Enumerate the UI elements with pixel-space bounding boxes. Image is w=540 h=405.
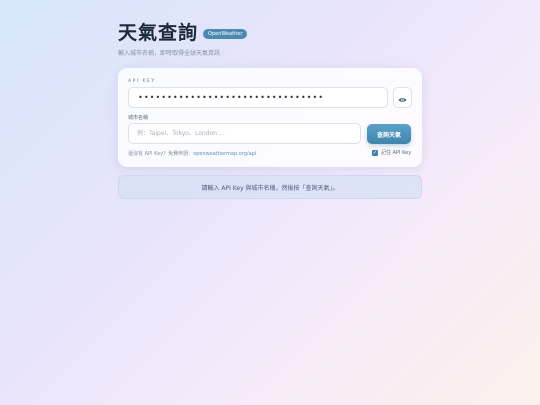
query-card: API KEY ••••••••••••••••••••••••••••••••… — [118, 68, 422, 167]
remember-checkbox[interactable]: ✓ — [372, 149, 378, 156]
provider-badge: OpenWeather — [203, 28, 248, 39]
status-notice: 請輸入 API Key 與城市名稱，然後按「查詢天氣」。 — [118, 175, 422, 199]
page-subtitle: 輸入城市名稱，即時取得全球天氣資訊 — [118, 50, 221, 57]
header: 天氣查詢 OpenWeather 輸入城市名稱，即時取得全球天氣資訊 — [118, 18, 422, 57]
city-label: 城市名稱 — [128, 115, 149, 121]
api-key-input[interactable]: •••••••••••••••••••••••••••••••• — [128, 87, 388, 108]
api-key-label: API KEY — [128, 79, 156, 84]
hint-text: 還沒有 API Key？免費申請： — [128, 151, 194, 157]
api-key-hint: 還沒有 API Key？免費申請：openweathermap.org/api — [128, 150, 256, 157]
city-input[interactable]: 例：Taipei、Tokyo、London … — [128, 123, 361, 144]
query-weather-button[interactable]: 查詢天氣 — [367, 124, 411, 144]
page-title: 天氣查詢 — [118, 22, 199, 44]
eye-icon — [398, 88, 407, 107]
title-row: 天氣查詢 OpenWeather — [118, 18, 422, 45]
signup-link[interactable]: openweathermap.org/api — [193, 151, 256, 157]
remember-label: 記住 API Key — [381, 150, 412, 156]
remember-api-key[interactable]: ✓ 記住 API Key — [372, 149, 411, 156]
toggle-visibility-button[interactable] — [393, 87, 412, 108]
check-icon: ✓ — [372, 149, 378, 156]
